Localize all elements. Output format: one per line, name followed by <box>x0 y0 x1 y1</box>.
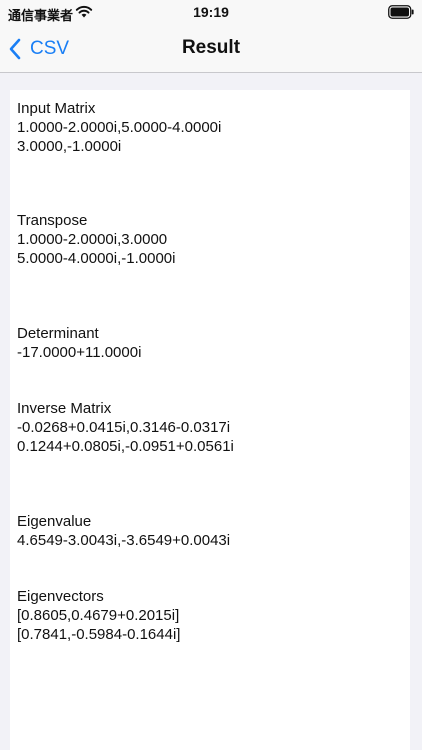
result-line: -17.0000+11.0000i <box>17 344 142 361</box>
navigation-bar: CSV Result <box>0 26 422 73</box>
eigenvalue-section: Eigenvalue 4.6549-3.0043i,-3.6549+0.0043… <box>17 512 230 550</box>
section-heading: Inverse Matrix <box>17 400 112 417</box>
result-line: 4.6549-3.0043i,-3.6549+0.0043i <box>17 532 231 549</box>
section-heading: Determinant <box>17 325 99 342</box>
result-line: 0.1244+0.0805i,-0.0951+0.0561i <box>17 438 234 455</box>
result-line: 1.0000-2.0000i,5.0000-4.0000i <box>17 119 222 136</box>
inverse-matrix-section: Inverse Matrix -0.0268+0.0415i,0.3146-0.… <box>17 399 234 456</box>
eigenvectors-section: Eigenvectors [0.8605,0.4679+0.2015i] [0.… <box>17 587 180 644</box>
section-heading: Eigenvalue <box>17 513 92 530</box>
section-heading: Transpose <box>17 212 88 229</box>
result-line: -0.0268+0.0415i,0.3146-0.0317i <box>17 419 231 436</box>
result-line: 3.0000,-1.0000i <box>17 138 122 155</box>
section-heading: Input Matrix <box>17 100 96 117</box>
battery-icon <box>388 5 414 19</box>
input-matrix-section: Input Matrix 1.0000-2.0000i,5.0000-4.000… <box>17 99 221 156</box>
section-heading: Eigenvectors <box>17 588 104 605</box>
page-title: Result <box>181 37 241 58</box>
result-line: 5.0000-4.0000i,-1.0000i <box>17 250 176 267</box>
result-line: 1.0000-2.0000i,3.0000 <box>17 231 168 248</box>
transpose-section: Transpose 1.0000-2.0000i,3.0000 5.0000-4… <box>17 211 175 268</box>
result-line: [0.7841,-0.5984-0.1644i] <box>17 626 181 643</box>
result-line: [0.8605,0.4679+0.2015i] <box>17 607 180 624</box>
status-bar: 通信事業者 19:19 <box>0 0 422 26</box>
determinant-section: Determinant -17.0000+11.0000i <box>17 324 141 362</box>
result-text-view[interactable]: Input Matrix 1.0000-2.0000i,5.0000-4.000… <box>10 90 410 750</box>
status-time: 19:19 <box>193 4 229 20</box>
